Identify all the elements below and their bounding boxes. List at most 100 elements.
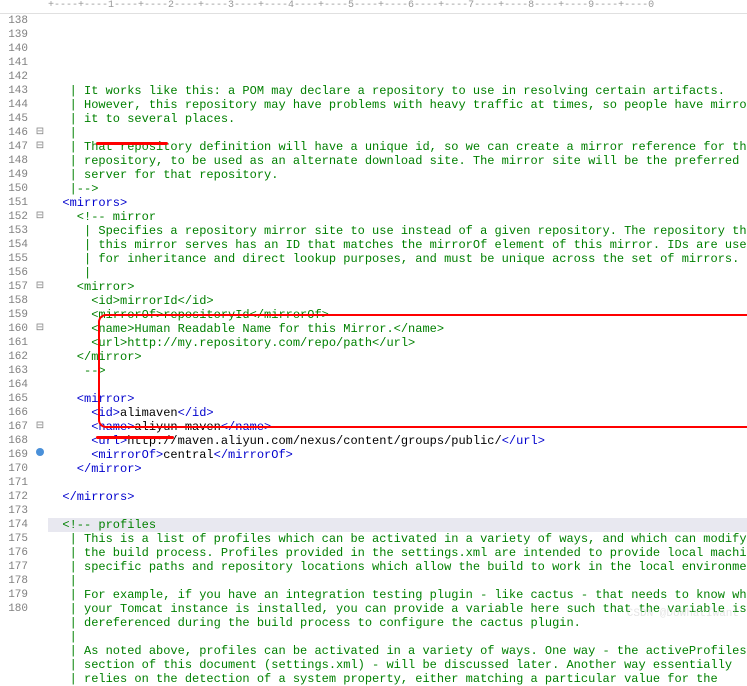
code-line[interactable]: | That repository definition will have a… (48, 140, 747, 154)
code-line[interactable]: | For example, if you have an integratio… (48, 588, 747, 602)
fold-marker[interactable] (32, 434, 48, 448)
fold-marker[interactable] (32, 28, 48, 42)
line-number[interactable]: 178 (0, 574, 28, 588)
code-line[interactable]: | (48, 126, 747, 140)
line-number[interactable]: 148 (0, 154, 28, 168)
line-number[interactable]: 155 (0, 252, 28, 266)
line-number[interactable]: 176 (0, 546, 28, 560)
line-number[interactable]: 154 (0, 238, 28, 252)
fold-marker[interactable] (32, 14, 48, 28)
code-line[interactable]: <!-- profiles (48, 518, 747, 532)
line-number[interactable]: 161 (0, 336, 28, 350)
fold-marker[interactable] (32, 98, 48, 112)
line-number[interactable]: 147 (0, 140, 28, 154)
fold-marker[interactable] (32, 448, 48, 462)
fold-marker[interactable] (32, 518, 48, 532)
line-number[interactable]: 150 (0, 182, 28, 196)
line-number[interactable]: 180 (0, 602, 28, 616)
fold-marker[interactable] (32, 182, 48, 196)
line-number[interactable]: 179 (0, 588, 28, 602)
fold-marker[interactable] (32, 252, 48, 266)
code-line[interactable]: </mirror> (48, 350, 747, 364)
line-number[interactable]: 153 (0, 224, 28, 238)
line-number[interactable]: 142 (0, 70, 28, 84)
code-line[interactable]: <name>aliyun maven</name> (48, 420, 747, 434)
line-number[interactable]: 163 (0, 364, 28, 378)
code-line[interactable]: <mirrorOf>repositoryId</mirrorOf> (48, 308, 747, 322)
fold-marker[interactable] (32, 196, 48, 210)
line-number[interactable]: 165 (0, 392, 28, 406)
code-line[interactable]: | (48, 630, 747, 644)
fold-marker[interactable] (32, 392, 48, 406)
line-number[interactable]: 156 (0, 266, 28, 280)
fold-marker[interactable] (32, 574, 48, 588)
code-line[interactable]: </mirrors> (48, 490, 747, 504)
code-line[interactable]: | However, this repository may have prob… (48, 98, 747, 112)
code-line[interactable]: | server for that repository. (48, 168, 747, 182)
line-number[interactable]: 166 (0, 406, 28, 420)
code-line[interactable]: | relies on the detection of a system pr… (48, 672, 747, 686)
code-line[interactable]: <!-- mirror (48, 210, 747, 224)
code-line[interactable]: | for inheritance and direct lookup purp… (48, 252, 747, 266)
line-number[interactable]: 158 (0, 294, 28, 308)
fold-marker[interactable] (32, 406, 48, 420)
fold-marker[interactable] (32, 336, 48, 350)
line-number[interactable]: 140 (0, 42, 28, 56)
line-number[interactable]: 164 (0, 378, 28, 392)
line-number[interactable]: 152 (0, 210, 28, 224)
line-number[interactable]: 169 (0, 448, 28, 462)
fold-marker[interactable] (32, 532, 48, 546)
code-line[interactable]: | the build process. Profiles provided i… (48, 546, 747, 560)
code-line[interactable] (48, 378, 747, 392)
fold-marker[interactable]: ⊟ (32, 126, 48, 140)
line-number[interactable]: 139 (0, 28, 28, 42)
line-number[interactable]: 138 (0, 14, 28, 28)
code-line[interactable] (48, 476, 747, 490)
line-number[interactable]: 162 (0, 350, 28, 364)
editor-pane[interactable]: 1381391401411421431441451461471481491501… (0, 14, 747, 626)
fold-marker[interactable] (32, 546, 48, 560)
fold-marker[interactable]: ⊟ (32, 140, 48, 154)
fold-marker[interactable] (32, 168, 48, 182)
line-number[interactable]: 168 (0, 434, 28, 448)
fold-marker[interactable] (32, 462, 48, 476)
code-line[interactable]: | (48, 574, 747, 588)
code-line[interactable]: <name>Human Readable Name for this Mirro… (48, 322, 747, 336)
line-number[interactable]: 141 (0, 56, 28, 70)
line-number[interactable]: 167 (0, 420, 28, 434)
code-line[interactable]: |--> (48, 182, 747, 196)
code-line[interactable]: <id>mirrorId</id> (48, 294, 747, 308)
fold-marker[interactable] (32, 294, 48, 308)
fold-marker[interactable] (32, 238, 48, 252)
fold-marker[interactable] (32, 490, 48, 504)
line-number[interactable]: 175 (0, 532, 28, 546)
line-number[interactable]: 143 (0, 84, 28, 98)
code-line[interactable]: | section of this document (settings.xml… (48, 658, 747, 672)
code-line[interactable]: | it to several places. (48, 112, 747, 126)
line-number[interactable]: 177 (0, 560, 28, 574)
code-line[interactable]: <mirrors> (48, 196, 747, 210)
fold-marker[interactable] (32, 588, 48, 602)
code-line[interactable]: <url>http://maven.aliyun.com/nexus/conte… (48, 434, 747, 448)
line-gutter[interactable]: 1381391401411421431441451461471481491501… (0, 14, 32, 626)
line-number[interactable]: 160 (0, 322, 28, 336)
code-line[interactable]: | this mirror serves has an ID that matc… (48, 238, 747, 252)
fold-marker[interactable] (32, 84, 48, 98)
line-number[interactable]: 145 (0, 112, 28, 126)
fold-marker[interactable]: ⊟ (32, 322, 48, 336)
code-line[interactable]: <id>alimaven</id> (48, 406, 747, 420)
code-line[interactable]: --> (48, 364, 747, 378)
code-line[interactable]: <url>http://my.repository.com/repo/path<… (48, 336, 747, 350)
code-line[interactable]: <mirror> (48, 392, 747, 406)
code-line[interactable]: <mirrorOf>central</mirrorOf> (48, 448, 747, 462)
fold-column[interactable]: ⊟⊟⊟⊟⊟⊟ (32, 14, 48, 626)
fold-marker[interactable] (32, 112, 48, 126)
line-number[interactable]: 144 (0, 98, 28, 112)
fold-marker[interactable]: ⊟ (32, 280, 48, 294)
line-number[interactable]: 149 (0, 168, 28, 182)
fold-marker[interactable] (32, 560, 48, 574)
fold-marker[interactable] (32, 70, 48, 84)
code-line[interactable]: </mirror> (48, 462, 747, 476)
line-number[interactable]: 174 (0, 518, 28, 532)
fold-marker[interactable] (32, 350, 48, 364)
